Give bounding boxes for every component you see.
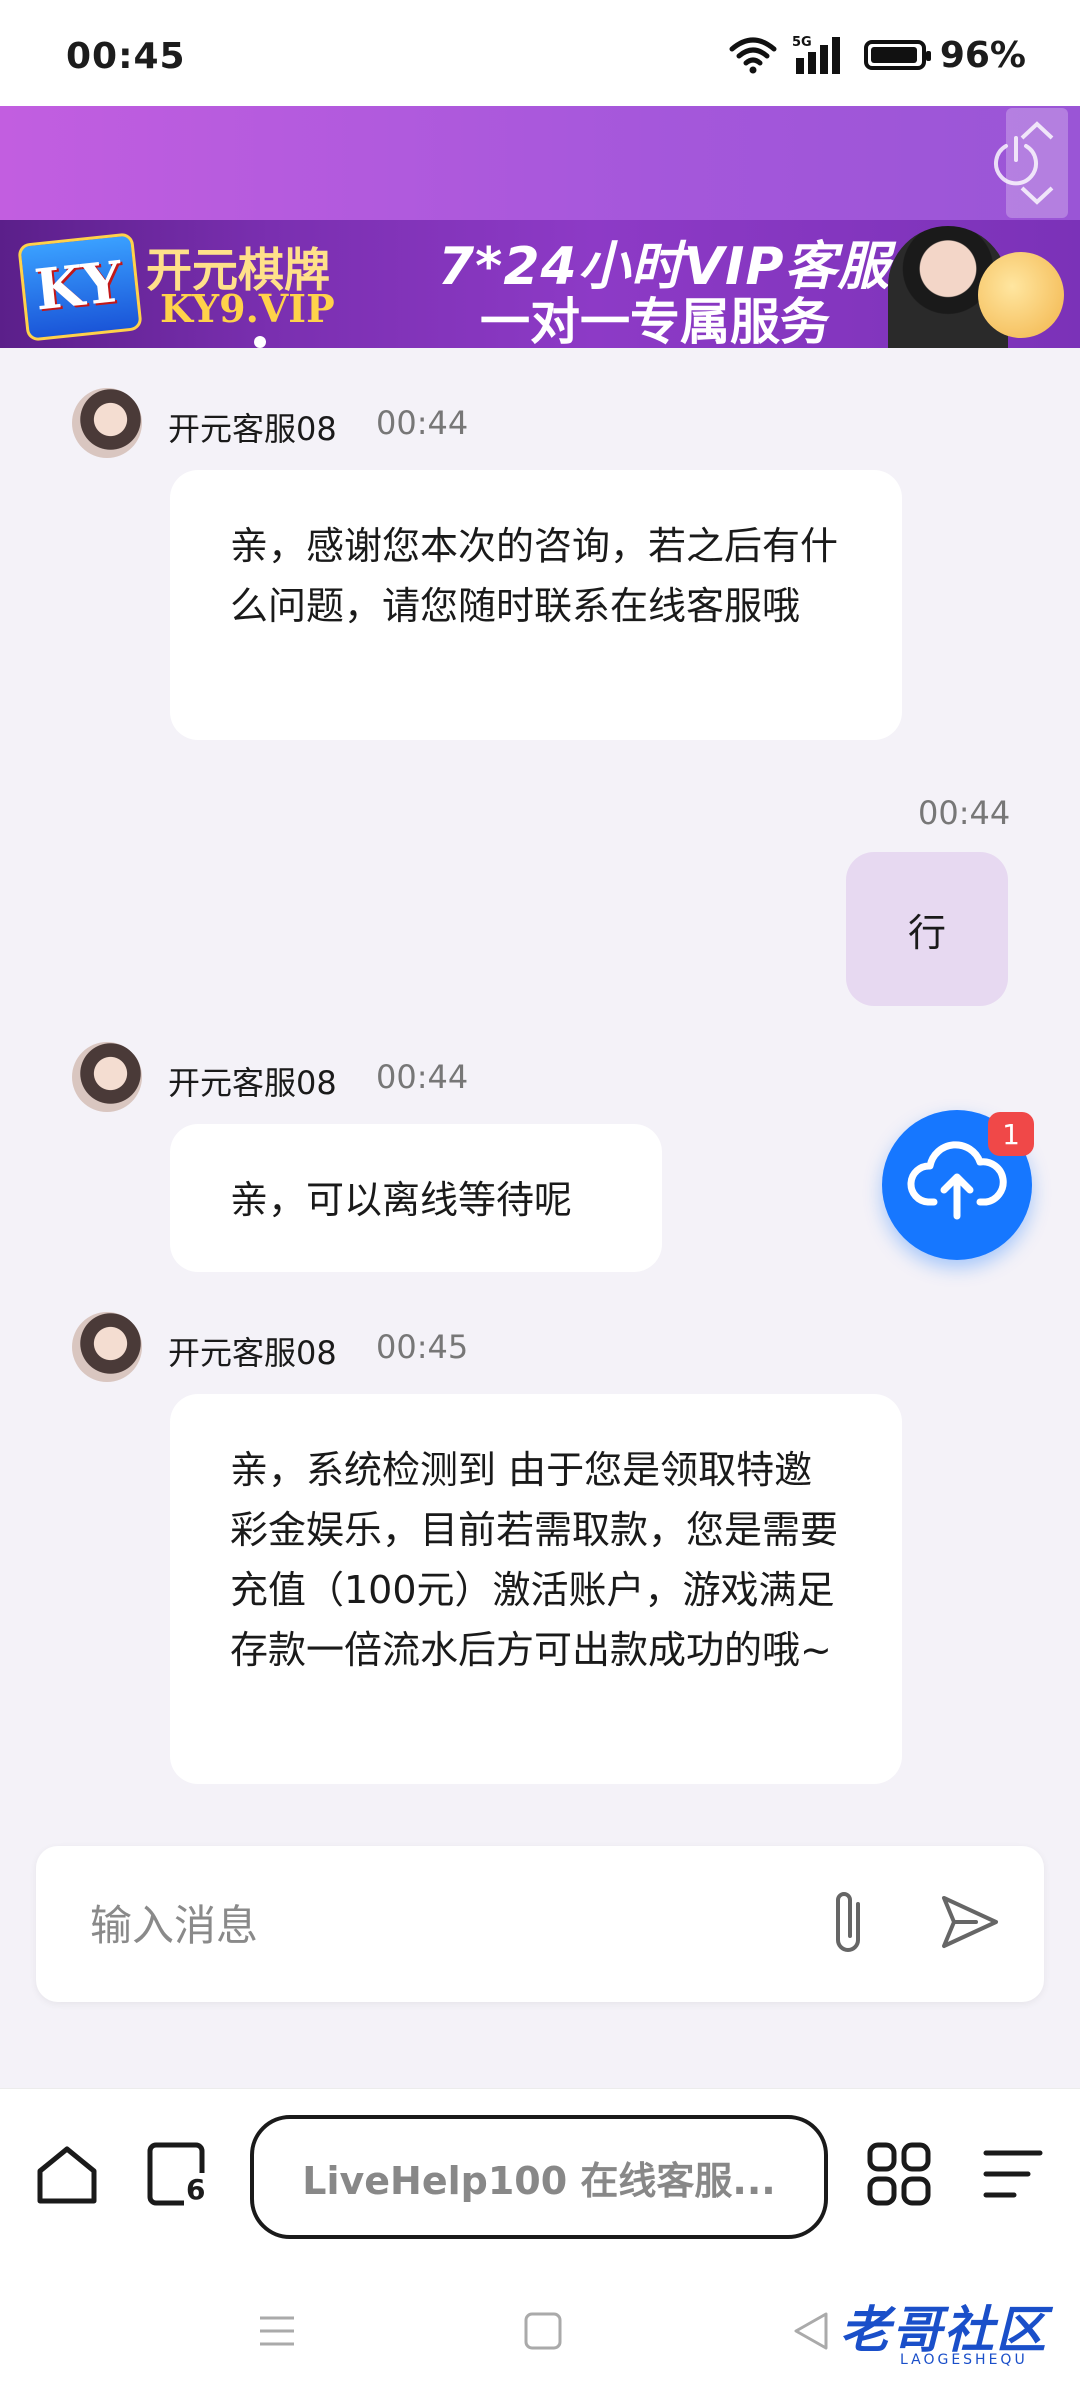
- incoming-message-bubble: 亲，可以离线等待呢: [170, 1124, 662, 1272]
- battery-percent: 96%: [939, 34, 1026, 76]
- chat-header: [0, 106, 1080, 220]
- tabs-button[interactable]: 6: [144, 2139, 214, 2209]
- promo-line-2: 一对一专属服务: [480, 293, 830, 348]
- status-bar: 00:45 5G 96%: [0, 0, 1080, 106]
- scroll-handle[interactable]: [1006, 108, 1068, 218]
- address-bar[interactable]: LiveHelp100 在线客服...: [250, 2115, 828, 2239]
- outgoing-message-bubble: 行: [846, 852, 1008, 1006]
- status-icons: 5G 96%: [728, 34, 1026, 76]
- message-time: 00:44: [376, 1058, 469, 1096]
- signal-5g-icon: 5G: [792, 35, 840, 74]
- apps-grid-icon[interactable]: [864, 2139, 934, 2209]
- notification-badge: 1: [988, 1112, 1034, 1156]
- status-time: 00:45: [66, 36, 186, 77]
- sender-name: 开元客服08: [168, 410, 337, 448]
- battery-icon: [863, 40, 931, 70]
- sender-name: 开元客服08: [168, 1334, 337, 1372]
- message-composer: [36, 1846, 1044, 2002]
- paperclip-icon[interactable]: [818, 1886, 878, 1962]
- back-icon[interactable]: [786, 2306, 836, 2356]
- agent-avatar[interactable]: [72, 1042, 142, 1112]
- mascot-image: [978, 252, 1064, 338]
- brand-logo: KY: [17, 232, 143, 342]
- sender-name: 开元客服08: [168, 1064, 337, 1102]
- watermark-subtext: LAOGESHEQU: [900, 2352, 1028, 2368]
- home-icon[interactable]: [32, 2139, 102, 2209]
- recents-icon[interactable]: [252, 2306, 302, 2356]
- menu-icon[interactable]: [978, 2139, 1048, 2209]
- message-input[interactable]: [88, 1882, 792, 1968]
- message-time: 00:45: [376, 1328, 469, 1366]
- home-nav-icon[interactable]: [518, 2306, 568, 2356]
- wifi-icon: [729, 37, 777, 74]
- carousel-indicator: [254, 336, 266, 348]
- message-time: 00:44: [918, 794, 1011, 832]
- incoming-message-bubble: 亲，感谢您本次的咨询，若之后有什么问题，请您随时联系在线客服哦: [170, 470, 902, 740]
- incoming-message-bubble: 亲，系统检测到 由于您是领取特邀彩金娱乐，目前若需取款，您是需要充值（100元）…: [170, 1394, 902, 1784]
- svg-text:5G: 5G: [792, 35, 812, 50]
- message-time: 00:44: [376, 404, 469, 442]
- browser-toolbar: 6 LiveHelp100 在线客服...: [0, 2088, 1080, 2259]
- tab-count: 6: [184, 2173, 208, 2206]
- send-icon[interactable]: [936, 1888, 1004, 1956]
- agent-avatar[interactable]: [72, 1312, 142, 1382]
- agent-avatar[interactable]: [72, 388, 142, 458]
- promo-banner[interactable]: KY 开元棋牌 KY9.VIP 7*24小时VIP客服 一对一专属服务: [0, 220, 1080, 348]
- brand-url: KY9.VIP: [160, 286, 335, 331]
